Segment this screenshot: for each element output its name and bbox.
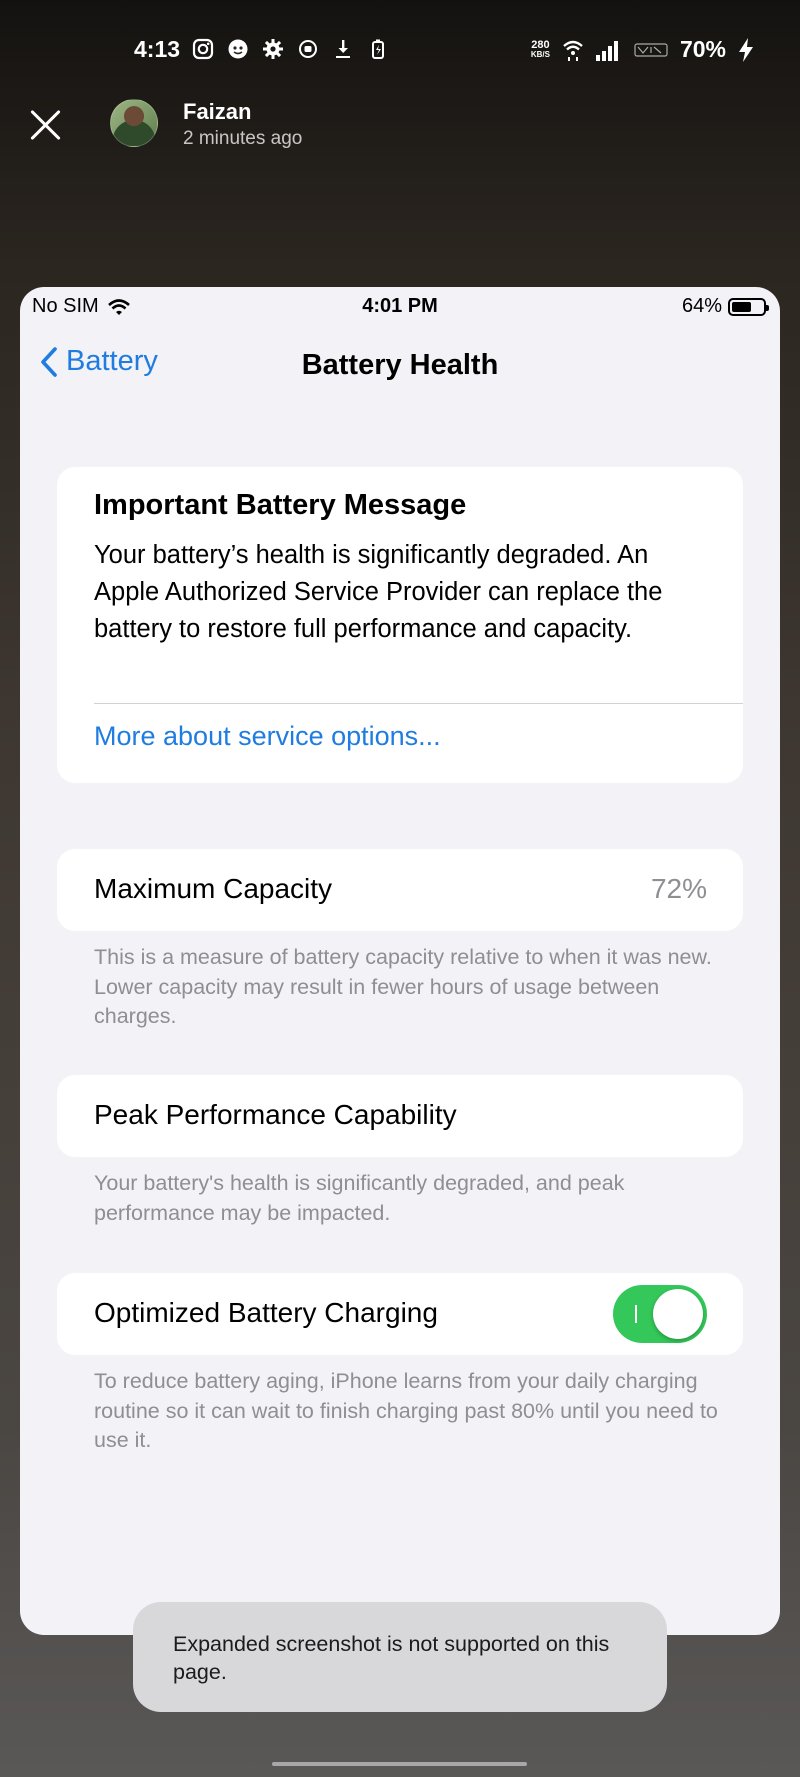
toggle-on-mark xyxy=(635,1305,637,1323)
optimized-charging-label: Optimized Battery Charging xyxy=(94,1297,438,1328)
maximum-capacity-value: 72% xyxy=(650,873,707,904)
wifi-icon xyxy=(563,40,583,61)
notification-icons xyxy=(192,38,389,60)
page-title: Battery Health xyxy=(301,349,499,381)
close-icon[interactable] xyxy=(28,107,64,143)
peak-performance-label: Peak Performance Capability xyxy=(94,1099,457,1130)
peak-performance-footnote: Your battery's health is significantly d… xyxy=(94,1171,625,1225)
android-battery-percent: 70% xyxy=(679,36,726,62)
volte-icon xyxy=(634,42,668,57)
download-icon xyxy=(336,40,350,58)
avatar[interactable] xyxy=(110,99,158,147)
message-title: Important Battery Message xyxy=(94,489,467,521)
posted-time: 2 minutes ago xyxy=(183,128,303,149)
home-indicator[interactable] xyxy=(272,1762,527,1766)
optimized-charging-row: Optimized Battery Charging xyxy=(57,1273,743,1355)
optimized-charging-toggle[interactable] xyxy=(613,1285,707,1343)
service-options-link[interactable]: More about service options... xyxy=(94,721,441,752)
face-app-icon xyxy=(228,39,248,59)
story-header: Faizan 2 minutes ago xyxy=(0,95,800,155)
battery-icon xyxy=(728,297,769,316)
network-speed: 280 KB/S xyxy=(530,38,550,59)
system-icons: 280 KB/S 70% xyxy=(531,36,754,63)
toggle-knob xyxy=(653,1289,703,1339)
ios-status-bar: No SIM 4:01 PM 64% xyxy=(20,287,780,327)
shared-screenshot: No SIM 4:01 PM 64% Battery Battery Healt… xyxy=(20,287,780,1635)
message-body: Your battery’s health is significantly d… xyxy=(94,541,663,643)
battery-saver-icon xyxy=(372,39,384,59)
navigation-bar: Battery Battery Health xyxy=(20,327,780,397)
divider xyxy=(94,703,743,704)
gear-icon xyxy=(263,39,283,59)
important-message-card: Important Battery Message Your battery’s… xyxy=(57,467,743,783)
optimized-charging-footnote: To reduce battery aging, iPhone learns f… xyxy=(94,1369,718,1452)
record-icon xyxy=(299,40,317,58)
maximum-capacity-label: Maximum Capacity xyxy=(94,873,333,904)
ios-battery: 64% xyxy=(682,295,769,318)
toast-message: Expanded screenshot is not supported on … xyxy=(133,1602,667,1712)
poster-name[interactable]: Faizan xyxy=(183,99,251,125)
android-status-bar: 4:13 280 KB/S 70% xyxy=(0,0,800,100)
instagram-icon xyxy=(192,38,214,60)
maximum-capacity-row: Maximum Capacity 72% xyxy=(57,849,743,931)
signal-icon xyxy=(595,40,618,61)
maximum-capacity-footnote: This is a measure of battery capacity re… xyxy=(94,945,712,1028)
ios-clock: 4:01 PM xyxy=(362,295,438,317)
peak-performance-row: Peak Performance Capability xyxy=(57,1075,743,1157)
android-clock: 4:13 xyxy=(134,36,181,62)
charging-icon xyxy=(739,37,753,62)
